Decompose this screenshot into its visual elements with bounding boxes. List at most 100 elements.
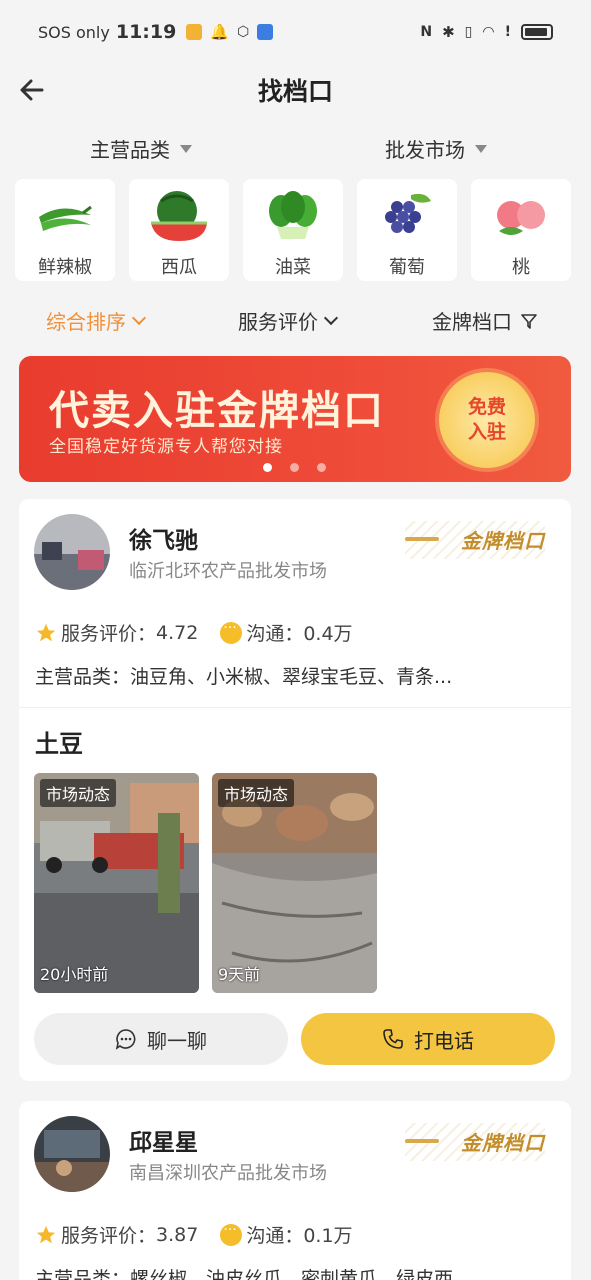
market-post-thumbnail[interactable]: 市场动态 9天前 (212, 773, 377, 993)
service-rating-label: 服务评价： (61, 1225, 157, 1247)
market-filter-label: 批发市场 (385, 138, 465, 162)
bluetooth-icon: ✱ (442, 23, 455, 41)
gold-stall-badge: 金牌档口 (405, 521, 545, 559)
carousel-dot[interactable] (317, 463, 326, 472)
stall-owner-name: 徐飞驰 (129, 528, 198, 554)
gold-stall-badge-text: 金牌档口 (461, 1131, 545, 1155)
page-title: 找档口 (257, 77, 333, 106)
service-rating-label: 服务评价： (61, 623, 157, 645)
category-tile-bokchoy[interactable]: 油菜 (243, 179, 343, 281)
communication-label: 沟通： (246, 1225, 304, 1247)
watermelon-icon (151, 191, 207, 241)
promo-banner[interactable]: 代卖入驻金牌档口 全国稳定好货源专人帮您对接 免费入驻 (19, 356, 571, 482)
chat-bubble-outline-icon (115, 1029, 136, 1050)
post-tag: 市场动态 (40, 779, 117, 807)
gold-badge-stripe (405, 1139, 439, 1143)
grape-icon (385, 193, 431, 233)
battery-icon (521, 24, 553, 40)
chat-button[interactable]: 聊一聊 (34, 1013, 288, 1065)
chevron-down-icon (323, 310, 339, 326)
service-rating-value: 4.72 (156, 621, 199, 644)
chat-bubble-icon (220, 620, 243, 644)
banner-subline: 全国稳定好货源专人帮您对接 (49, 437, 283, 457)
badge-bottom-text: 入驻 (467, 421, 506, 443)
notification-app-icon (186, 24, 203, 40)
avatar (34, 514, 110, 590)
category-label: 西瓜 (161, 257, 197, 278)
alert-icon: ! (504, 24, 511, 40)
vibrate-icon: ▯ (464, 24, 473, 40)
post-tag: 市场动态 (218, 779, 295, 807)
badge-top-text: 免费 (467, 396, 506, 418)
peach-icon (497, 201, 545, 235)
category-tile-peach[interactable]: 桃 (471, 179, 571, 281)
stall-card[interactable]: 邱星星 南昌深圳农产品批发市场 金牌档口 服务评价： 3.87 沟通： 0.1万… (19, 1101, 571, 1280)
category-tile-pepper[interactable]: 鲜辣椒 (15, 179, 115, 281)
communication-label: 沟通： (246, 623, 304, 645)
category-tile-grape[interactable]: 葡萄 (357, 179, 457, 281)
star-icon (36, 623, 56, 641)
clock: 11:19 (115, 21, 177, 43)
gold-badge-stripe (405, 537, 439, 541)
gold-stall-badge: 金牌档口 (405, 1123, 545, 1161)
status-bar: SOS only 11:19 🔔 ⬡ N ✱ ▯ ◠ ! (0, 0, 591, 64)
communication-value: 0.1万 (303, 1225, 353, 1247)
stall-market: 临沂北环农产品批发市场 (129, 561, 327, 582)
category-tile-watermelon[interactable]: 西瓜 (129, 179, 229, 281)
category-label: 桃 (512, 257, 530, 278)
banner-headline: 代卖入驻金牌档口 (49, 388, 385, 434)
green-pepper-icon (39, 205, 92, 231)
communication-value: 0.4万 (303, 623, 353, 645)
bell-icon: 🔔 (210, 23, 230, 41)
header: 找档口 (0, 64, 591, 116)
box-icon: ⬡ (237, 24, 250, 40)
carrier-text: SOS only (38, 22, 110, 42)
category-filter-label: 主营品类 (90, 138, 170, 162)
category-filter-dropdown[interactable]: 主营品类 (90, 134, 192, 163)
stall-rating-row: 服务评价： 4.72 沟通： 0.4万 (35, 619, 353, 646)
gold-stall-filter-label: 金牌档口 (432, 310, 512, 334)
chat-bubble-icon (220, 1222, 243, 1246)
avatar (34, 1116, 110, 1192)
free-join-badge: 免费 入驻 (439, 372, 535, 468)
category-label: 鲜辣椒 (38, 257, 92, 278)
star-icon (36, 1225, 56, 1243)
back-arrow-icon[interactable] (16, 74, 48, 106)
filter-funnel-icon (521, 313, 537, 329)
stall-market: 南昌深圳农产品批发市场 (129, 1163, 327, 1184)
call-button-label: 打电话 (414, 1028, 474, 1053)
sort-row: 综合排序 服务评价 金牌档口 (0, 302, 591, 338)
call-button[interactable]: 打电话 (301, 1013, 555, 1065)
dropdown-triangle-icon (180, 144, 192, 153)
dropdown-triangle-icon (475, 144, 487, 153)
stall-rating-row: 服务评价： 3.87 沟通： 0.1万 (35, 1221, 353, 1248)
category-tiles: 鲜辣椒 西瓜 油菜 葡萄 桃 (15, 179, 571, 281)
main-categories: 主营品类：螺丝椒、油皮丝瓜、密刺黄瓜、绿皮西 (35, 1268, 454, 1280)
post-time: 9天前 (218, 965, 261, 984)
category-label: 油菜 (275, 257, 311, 278)
carousel-dots (263, 463, 326, 472)
carousel-dot[interactable] (290, 463, 299, 472)
chat-button-label: 聊一聊 (147, 1028, 207, 1053)
wifi-icon: ◠ (482, 24, 495, 40)
stall-card[interactable]: 徐飞驰 临沂北环农产品批发市场 金牌档口 服务评价： 4.72 沟通： 0.4万… (19, 499, 571, 1081)
gold-stall-badge-text: 金牌档口 (461, 529, 545, 553)
nfc-icon: N (420, 24, 433, 40)
divider (19, 707, 571, 708)
post-time: 20小时前 (40, 965, 109, 984)
market-filter-dropdown[interactable]: 批发市场 (385, 134, 487, 163)
gold-stall-filter[interactable]: 金牌档口 (432, 306, 538, 335)
sort-service-rating[interactable]: 服务评价 (238, 306, 339, 335)
bok-choy-icon (269, 191, 317, 239)
stall-owner-name: 邱星星 (129, 1130, 198, 1156)
market-post-thumbnail[interactable]: 市场动态 20小时前 (34, 773, 199, 993)
carousel-dot[interactable] (263, 463, 272, 472)
chevron-down-icon (131, 310, 147, 326)
phone-icon (383, 1029, 403, 1049)
filter-row: 主营品类 批发市场 (0, 128, 591, 168)
service-rating-value: 3.87 (156, 1223, 199, 1246)
main-categories: 主营品类：油豆角、小米椒、翠绿宝毛豆、青条... (35, 666, 453, 688)
product-name: 土豆 (35, 730, 83, 758)
sort-comprehensive[interactable]: 综合排序 (46, 306, 147, 335)
category-label: 葡萄 (389, 257, 425, 278)
